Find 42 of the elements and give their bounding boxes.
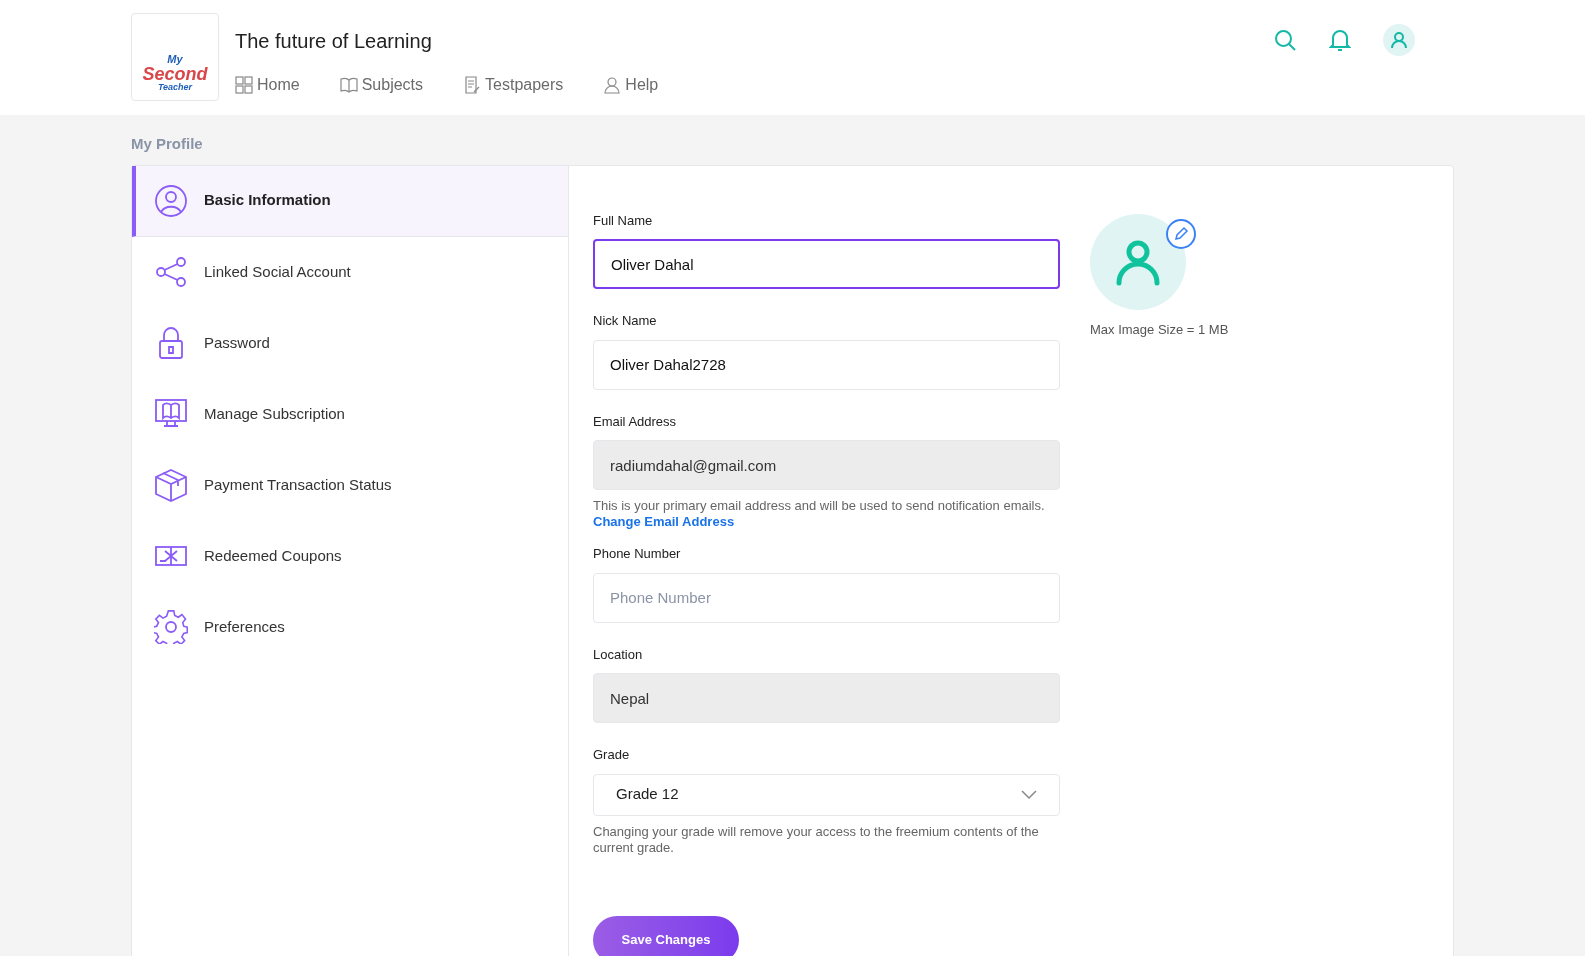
input-field[interactable]: Oliver Dahal xyxy=(593,239,1060,289)
save-changes-button[interactable]: Save Changes xyxy=(593,915,739,956)
nav-link[interactable]: Home xyxy=(235,73,300,97)
sidebar-item[interactable]: Linked Social Account xyxy=(132,236,568,308)
person-icon xyxy=(603,76,622,94)
field-label: Phone Number xyxy=(593,545,682,563)
page-title: My Profile xyxy=(131,134,204,154)
sidebar-item[interactable]: Payment Transaction Status xyxy=(132,449,568,521)
field-label: Location xyxy=(593,645,644,664)
chevron-down-icon xyxy=(1021,789,1037,800)
nav-link[interactable]: Testpapers xyxy=(463,73,564,97)
input-field[interactable]: Phone Number xyxy=(593,572,1060,623)
edit-photo-button[interactable] xyxy=(1166,218,1196,249)
book-icon xyxy=(339,76,358,94)
tagline: The future of Learning xyxy=(235,29,433,54)
sidebar-item[interactable]: Password xyxy=(132,307,568,379)
help-text: Changing your grade will remove your access to the freemium contents of the current grade. xyxy=(593,823,1040,856)
grid-icon xyxy=(235,76,253,94)
grade-dropdown[interactable]: Grade 12 xyxy=(593,773,1060,816)
input-field[interactable]: Oliver Dahal2728 xyxy=(593,339,1060,390)
sidebar-item[interactable]: Manage Subscription xyxy=(132,378,568,450)
share-icon xyxy=(154,255,188,289)
sidebar-item[interactable]: Preferences xyxy=(132,591,568,663)
search-icon[interactable] xyxy=(1273,28,1297,52)
field-label: Email Address xyxy=(593,412,678,431)
field-label: Nick Name xyxy=(593,312,658,330)
image-size-note: Max Image Size = 1 MB xyxy=(1090,320,1229,339)
help-text: This is your primary email address and will be used to send notification emails. Change Email Address xyxy=(593,498,1046,530)
logo[interactable]: My Second Teacher xyxy=(131,13,219,101)
gear-icon xyxy=(154,610,188,644)
user-icon xyxy=(154,183,188,218)
sidebar-item[interactable]: Redeemed Coupons xyxy=(132,520,568,592)
box-icon xyxy=(154,468,188,502)
nav-link[interactable]: Subjects xyxy=(339,73,424,97)
account-avatar[interactable] xyxy=(1383,24,1415,56)
nav-link[interactable]: Help xyxy=(603,73,659,97)
document-icon xyxy=(463,76,482,94)
field-label: Full Name xyxy=(593,211,654,230)
field-label: Grade xyxy=(593,746,631,764)
sidebar-item[interactable]: Basic Information xyxy=(132,165,568,237)
pencil-icon xyxy=(1173,225,1189,242)
bell-icon[interactable] xyxy=(1329,28,1351,52)
